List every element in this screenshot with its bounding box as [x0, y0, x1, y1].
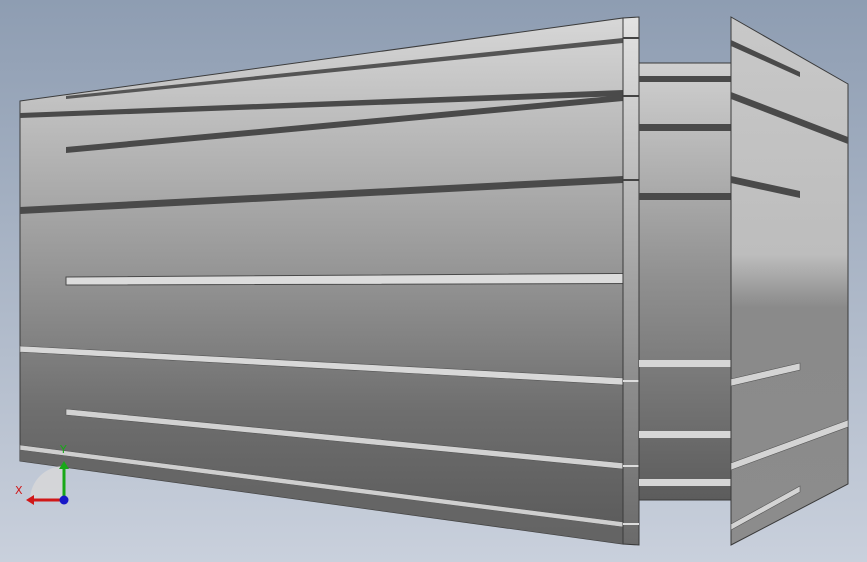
- neck-groove: [639, 124, 731, 131]
- y-axis-arrow: [59, 461, 69, 469]
- triad-graphic: [26, 461, 69, 505]
- neck-groove: [639, 360, 731, 367]
- neck-groove: [639, 193, 731, 200]
- collet-right-body: [730, 16, 849, 546]
- x-axis-label: X: [15, 484, 23, 497]
- collet-model[interactable]: [0, 0, 867, 562]
- neck-groove: [639, 76, 731, 82]
- neck-groove: [639, 479, 731, 486]
- graphics-viewport[interactable]: X Y: [0, 0, 867, 562]
- y-axis-label: Y: [60, 443, 67, 456]
- neck-groove: [639, 431, 731, 438]
- z-axis-dot: [59, 495, 69, 505]
- view-orientation-triad[interactable]: X Y: [10, 438, 90, 518]
- x-axis-arrow: [26, 495, 34, 505]
